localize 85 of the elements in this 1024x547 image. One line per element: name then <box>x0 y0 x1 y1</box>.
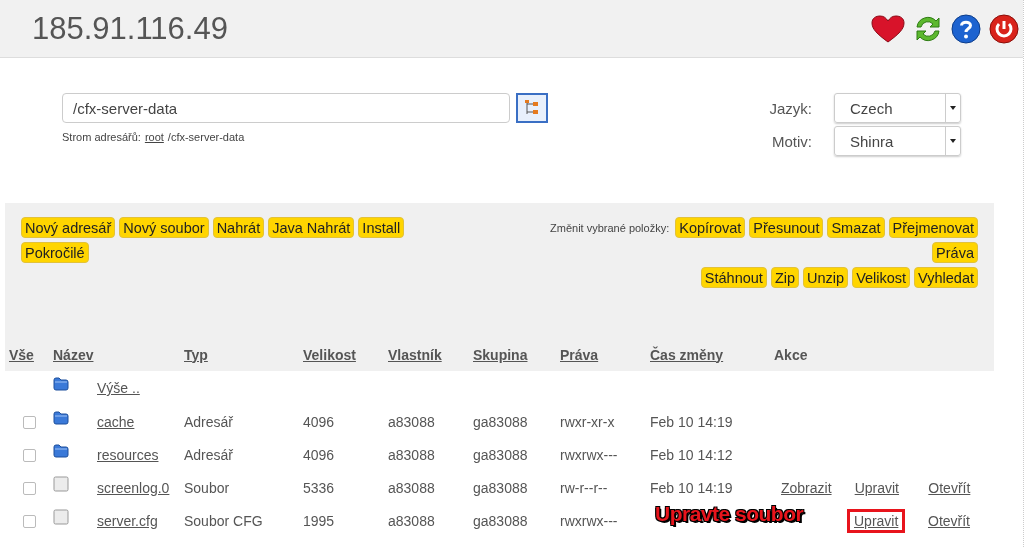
breadcrumb-link[interactable]: root <box>144 131 164 143</box>
toolbar-button[interactable]: Stáhnout <box>700 267 767 288</box>
tree-icon <box>523 99 541 117</box>
group-cell: ga83088 <box>473 479 528 496</box>
select-field[interactable]: Czech <box>834 93 961 123</box>
server-title: 185.91.116.49 <box>32 10 228 47</box>
power-icon[interactable] <box>989 13 1019 44</box>
file-name-link[interactable]: Výše .. <box>97 380 140 396</box>
column-header[interactable]: Název <box>53 346 94 363</box>
selection-label: Změnit vybrané položky: <box>550 221 670 234</box>
group-cell: ga83088 <box>473 512 528 529</box>
toolbar-button[interactable]: Smazat <box>827 217 885 238</box>
permissions-cell: rwxrwx--- <box>560 512 618 529</box>
annotation-text: Upravte soubor <box>655 502 804 526</box>
toolbar-button[interactable]: Nový soubor <box>119 217 209 238</box>
toolbar-button[interactable]: Vyhledat <box>914 267 978 288</box>
size-cell: 5336 <box>303 479 335 496</box>
column-header[interactable]: Skupina <box>473 346 528 363</box>
modified-time-cell: Feb 10 14:19 <box>650 479 733 496</box>
type-cell: Soubor <box>184 479 230 496</box>
file-icon <box>53 475 69 492</box>
toolbar-button[interactable]: Přesunout <box>749 217 824 238</box>
size-cell: 1995 <box>303 512 335 529</box>
toolbar-button[interactable]: Nahrát <box>212 217 265 238</box>
column-header[interactable]: Velikost <box>303 346 356 363</box>
dropdown-icon <box>950 139 956 143</box>
toolbar-button[interactable]: Unzip <box>803 267 849 288</box>
setting-label: Jazyk: <box>769 99 812 117</box>
owner-cell: a83088 <box>388 512 435 529</box>
toolbar-button[interactable]: Kopírovat <box>675 217 746 238</box>
file-icon <box>53 508 69 525</box>
toolbar-button[interactable]: Práva <box>932 242 978 263</box>
action-link[interactable]: Otevřít <box>921 475 978 500</box>
column-header[interactable]: Typ <box>184 346 208 363</box>
column-header[interactable]: Čas změny <box>650 346 724 363</box>
file-name-link[interactable]: resources <box>97 446 159 463</box>
dropdown-icon <box>950 106 956 110</box>
path-field[interactable]: /cfx-server-data <box>62 93 510 123</box>
type-cell: Soubor CFG <box>184 512 263 529</box>
folder-icon <box>53 377 69 391</box>
action-link[interactable]: Upravit <box>847 475 906 500</box>
setting-label: Motiv: <box>772 132 812 150</box>
file-name-link[interactable]: screenlog.0 <box>97 479 170 496</box>
breadcrumb-label: Strom adresářů: <box>62 131 141 143</box>
folder-icon <box>53 443 69 458</box>
column-header: Akce <box>774 346 808 363</box>
toolbar-button[interactable]: Velikost <box>852 267 911 288</box>
action-link[interactable]: Upravit <box>847 508 906 533</box>
tree-button[interactable] <box>516 93 548 123</box>
permissions-cell: rwxrwx--- <box>560 446 618 463</box>
permissions-cell: rw-r--r-- <box>560 479 608 496</box>
row-checkbox[interactable] <box>22 482 36 496</box>
type-cell: Adresář <box>184 446 234 463</box>
permissions-cell: rwxr-xr-x <box>560 413 615 430</box>
folder-icon <box>53 410 69 425</box>
toolbar-button[interactable]: Nový adresář <box>21 217 116 238</box>
type-cell: Adresář <box>184 413 234 430</box>
toolbar-button[interactable]: Zip <box>770 267 800 288</box>
column-header[interactable]: Práva <box>560 346 599 363</box>
file-name-link[interactable]: cache <box>97 413 135 430</box>
row-checkbox[interactable] <box>22 449 36 463</box>
toolbar-button[interactable]: Přejmenovat <box>888 217 978 238</box>
file-name-link[interactable]: server.cfg <box>97 512 158 529</box>
help-icon[interactable] <box>951 13 981 44</box>
select-field[interactable]: Shinra <box>834 126 961 156</box>
owner-cell: a83088 <box>388 446 435 463</box>
column-header[interactable]: Vše <box>9 346 34 363</box>
size-cell: 4096 <box>303 413 335 430</box>
heart-icon[interactable] <box>871 14 905 43</box>
column-header[interactable]: Vlastník <box>388 346 442 363</box>
owner-cell: a83088 <box>388 413 435 430</box>
breadcrumb-path: /cfx-server-data <box>167 131 245 143</box>
group-cell: ga83088 <box>473 446 528 463</box>
row-checkbox[interactable] <box>22 416 36 430</box>
toolbar-button[interactable]: Java Nahrát <box>268 217 355 238</box>
size-cell: 4096 <box>303 446 335 463</box>
modified-time-cell: Feb 10 14:12 <box>650 446 733 463</box>
action-link[interactable]: Zobrazit <box>774 475 839 500</box>
toolbar-button[interactable]: Install <box>358 217 405 238</box>
row-checkbox[interactable] <box>22 515 36 529</box>
toolbar-button[interactable]: Pokročilé <box>21 242 89 263</box>
group-cell: ga83088 <box>473 413 528 430</box>
owner-cell: a83088 <box>388 479 435 496</box>
modified-time-cell: Feb 10 14:19 <box>650 413 733 430</box>
action-link[interactable]: Otevřít <box>921 508 977 533</box>
